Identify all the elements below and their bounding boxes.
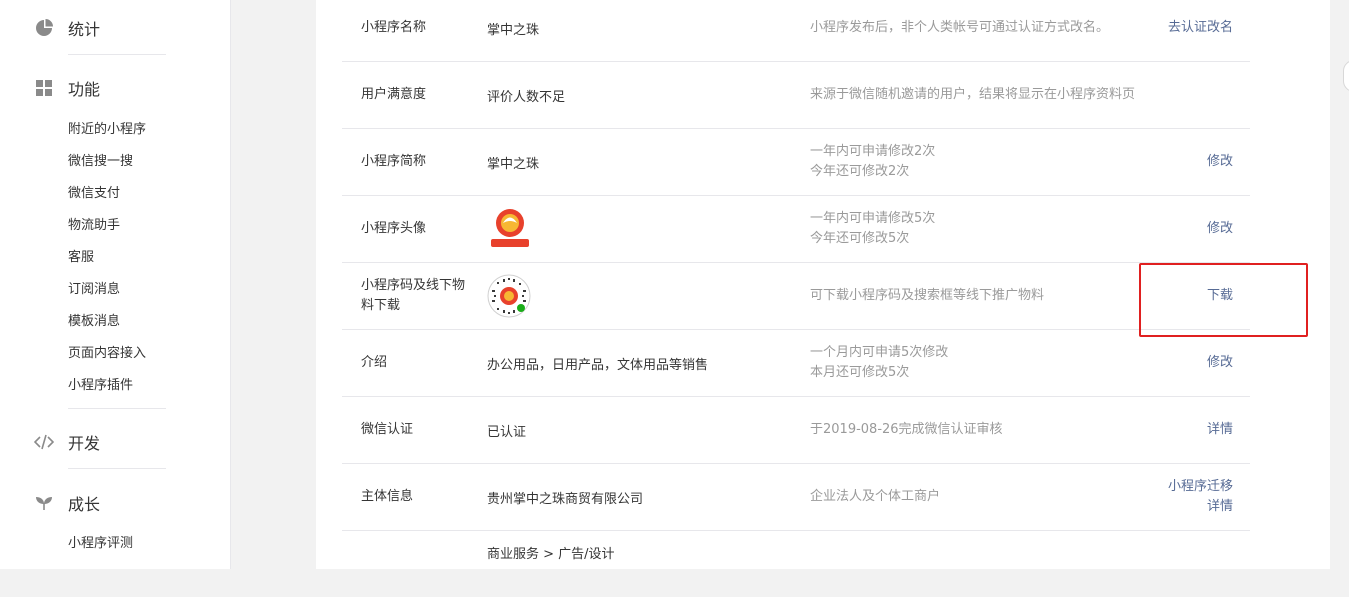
tip-line: 于2019-08-26完成微信认证审核 <box>810 422 1003 437</box>
nav-group-functions[interactable]: 功能 <box>34 76 100 100</box>
row-actions: 修改 <box>1207 129 1233 195</box>
tip-line: 可下载小程序码及搜索框等线下推广物料 <box>810 288 1045 303</box>
modify-link[interactable]: 修改 <box>1207 219 1233 239</box>
row-value: 掌中之珠 <box>487 22 540 38</box>
tip-line: 一年内可申请修改2次 <box>810 144 936 159</box>
row-tip: 小程序发布后，非个人类帐号可通过认证方式改名。 <box>810 0 1109 61</box>
row-tip: 企业法人及个体工商户 <box>810 464 940 530</box>
info-row-qrcode: 小程序码及线下物料下载 可下载小程序码及搜索框等线下推广物料 下载 <box>342 263 1250 330</box>
divider <box>68 408 166 409</box>
sidebar-item-page-content[interactable]: 页面内容接入 <box>68 344 146 364</box>
verify-rename-link[interactable]: 去认证改名 <box>1168 18 1233 38</box>
migrate-link[interactable]: 小程序迁移 <box>1168 477 1233 497</box>
row-label: 用户满意度 <box>361 87 427 102</box>
sidebar-item-wechat-search[interactable]: 微信搜一搜 <box>68 152 133 172</box>
sidebar-item-nearby[interactable]: 附近的小程序 <box>68 120 146 140</box>
sidebar: 统计 功能 附近的小程序 微信搜一搜 微信支付 物流助手 客服 订阅消息 模板消… <box>0 0 231 569</box>
sidebar-item-customer-service[interactable]: 客服 <box>68 248 94 268</box>
nav-group-label: 统计 <box>68 20 101 39</box>
row-label: 介绍 <box>361 355 388 370</box>
modify-link[interactable]: 修改 <box>1207 353 1233 373</box>
nav-group-label: 功能 <box>68 80 101 99</box>
row-label: 小程序简称 <box>361 154 427 169</box>
side-tab-handle[interactable] <box>1343 60 1349 92</box>
row-actions: 去认证改名 <box>1168 0 1233 61</box>
row-tip: 来源于微信随机邀请的用户，结果将显示在小程序资料页 <box>810 62 1135 128</box>
info-row-verification: 微信认证 已认证 于2019-08-26完成微信认证审核 详情 <box>342 397 1250 464</box>
nav-group-label: 成长 <box>68 495 101 514</box>
qrcode <box>487 263 531 329</box>
sprout-icon <box>34 493 54 513</box>
grid-icon <box>34 78 54 98</box>
row-value: 评价人数不足 <box>487 89 566 105</box>
category-value: 商业服务 > 广告/设计 <box>487 547 615 562</box>
tip-line: 企业法人及个体工商户 <box>810 489 941 504</box>
info-row-intro: 介绍 办公用品，日用产品，文体用品等销售 一个月内可申请5次修改 本月还可修改5次… <box>342 330 1250 397</box>
sidebar-item-plugins[interactable]: 小程序插件 <box>68 376 133 396</box>
nav-group-stats[interactable]: 统计 <box>34 16 100 40</box>
row-label: 主体信息 <box>361 489 414 504</box>
highlight-box <box>1139 263 1308 337</box>
row-label: 小程序码及线下物料下载 <box>361 278 466 313</box>
sidebar-item-logistics[interactable]: 物流助手 <box>68 216 120 236</box>
code-icon <box>34 432 54 452</box>
info-row-satisfaction: 用户满意度 评价人数不足 来源于微信随机邀请的用户，结果将显示在小程序资料页 <box>342 62 1250 129</box>
divider <box>68 468 166 469</box>
info-row-category: 商业服务 > 广告/设计 <box>342 531 1250 597</box>
divider <box>68 54 166 55</box>
tip-line: 今年还可修改2次 <box>810 164 910 179</box>
avatar <box>487 196 533 262</box>
row-tip: 一年内可申请修改5次 今年还可修改5次 <box>810 196 935 262</box>
row-tip: 一年内可申请修改2次 今年还可修改2次 <box>810 129 935 195</box>
row-value: 办公用品，日用产品，文体用品等销售 <box>487 357 709 373</box>
row-value: 贵州掌中之珠商贸有限公司 <box>487 491 644 507</box>
row-tip: 可下载小程序码及搜索框等线下推广物料 <box>810 263 1044 329</box>
row-tip: 一个月内可申请5次修改 本月还可修改5次 <box>810 330 948 396</box>
row-value: 已认证 <box>487 424 527 440</box>
nav-group-growth[interactable]: 成长 <box>34 491 100 515</box>
tip-line: 本月还可修改5次 <box>810 365 910 380</box>
sidebar-item-wechat-pay[interactable]: 微信支付 <box>68 184 120 204</box>
nav-group-dev[interactable]: 开发 <box>34 430 100 454</box>
nav-group-label: 开发 <box>68 434 101 453</box>
row-label: 小程序头像 <box>361 221 427 236</box>
mini-program-code-image <box>487 274 531 318</box>
tip-line: 来源于微信随机邀请的用户，结果将显示在小程序资料页 <box>810 87 1136 102</box>
tip-line: 一年内可申请修改5次 <box>810 211 936 226</box>
row-value: 掌中之珠 <box>487 156 540 172</box>
row-actions: 小程序迁移 详情 <box>1168 464 1233 530</box>
info-row-name: 小程序名称 掌中之珠 小程序发布后，非个人类帐号可通过认证方式改名。 去认证改名 <box>342 0 1250 62</box>
pie-chart-icon <box>34 18 54 38</box>
info-row-entity: 主体信息 贵州掌中之珠商贸有限公司 企业法人及个体工商户 小程序迁移 详情 <box>342 464 1250 531</box>
brand-logo-image <box>491 209 529 247</box>
info-row-avatar: 小程序头像 一年内可申请修改5次 今年还可修改5次 修改 <box>342 196 1250 263</box>
row-label: 小程序名称 <box>361 20 427 35</box>
tip-line: 一个月内可申请5次修改 <box>810 345 949 360</box>
details-link[interactable]: 详情 <box>1207 420 1233 440</box>
row-tip: 于2019-08-26完成微信认证审核 <box>810 397 1003 463</box>
tip-line: 今年还可修改5次 <box>810 231 910 246</box>
row-actions: 修改 <box>1207 196 1233 262</box>
row-actions: 详情 <box>1207 397 1233 463</box>
row-actions: 修改 <box>1207 330 1233 396</box>
sidebar-item-template-message[interactable]: 模板消息 <box>68 312 120 332</box>
details-link[interactable]: 详情 <box>1207 497 1233 517</box>
row-label: 微信认证 <box>361 422 414 437</box>
info-row-short-name: 小程序简称 掌中之珠 一年内可申请修改2次 今年还可修改2次 修改 <box>342 129 1250 196</box>
tip-line: 小程序发布后，非个人类帐号可通过认证方式改名。 <box>810 20 1110 35</box>
sidebar-item-evaluation[interactable]: 小程序评测 <box>68 534 133 554</box>
sidebar-item-subscribe-message[interactable]: 订阅消息 <box>68 280 120 300</box>
modify-link[interactable]: 修改 <box>1207 152 1233 172</box>
